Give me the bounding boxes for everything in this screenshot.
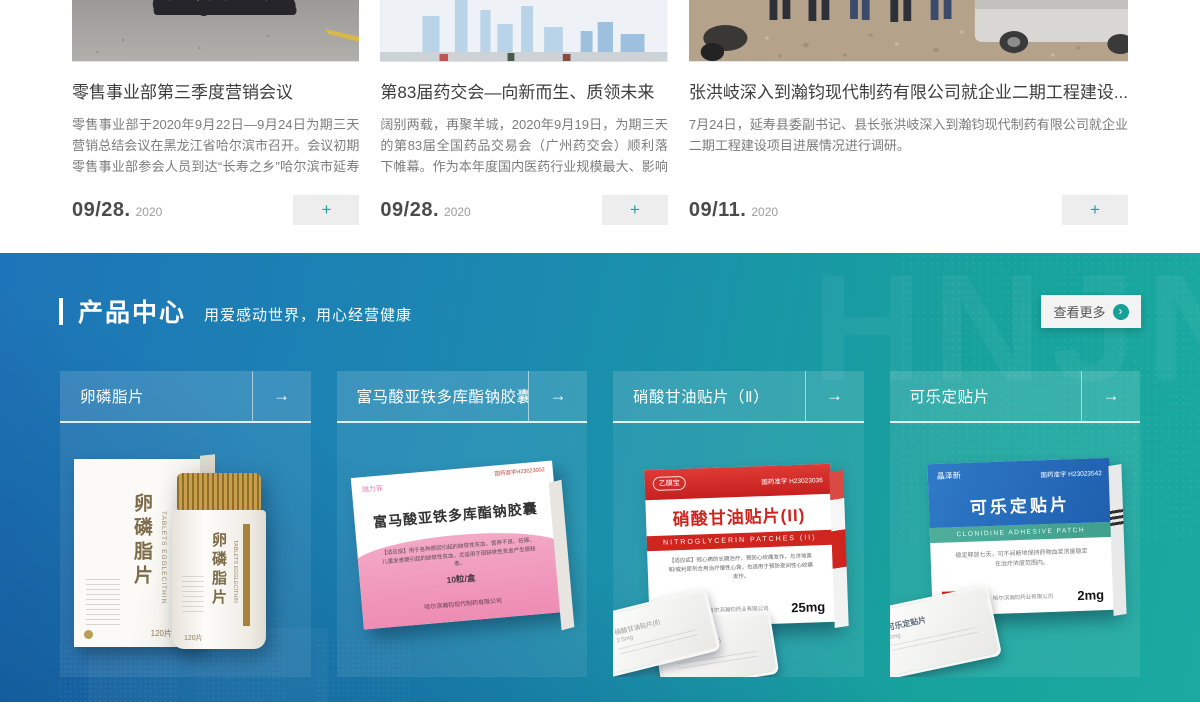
site-visit-illustration — [689, 0, 1128, 61]
news-date-year: 2020 — [136, 205, 163, 219]
box-en-title: TABLETS EGGLECITHIN — [160, 511, 167, 604]
news-title[interactable]: 第83届药交会—向新而生、质领未来 — [380, 78, 667, 103]
news-footer: 09/11. 2020 + — [689, 195, 1128, 225]
view-more-button[interactable]: 查看更多 › — [1041, 295, 1141, 328]
news-more-button[interactable]: + — [293, 195, 359, 225]
news-grid: 零售事业部第三季度营销会议 零售事业部于2020年9月22日—9月24日为期三天… — [72, 0, 1128, 225]
news-photo-site-visit[interactable] — [689, 0, 1128, 62]
bottle-body: 卵磷脂片 TABLETS EGGLECITHIN 120片 — [172, 510, 266, 649]
news-more-button[interactable]: + — [602, 195, 668, 225]
products-header: 产品中心 用爱感动世界，用心经营健康 — [59, 293, 412, 329]
product-name: 可乐定贴片 — [890, 371, 1082, 421]
product-card-header[interactable]: 可乐定贴片 → — [890, 371, 1141, 423]
box-blue-band: 晶泽新 国药准字 H23023542 可乐定贴片 — [927, 458, 1111, 528]
news-date-day: 09/28. — [380, 199, 439, 222]
products-section: HNJN 产品中心 用爱感动世界，用心经营健康 查看更多 › 卵磷脂片 → — [0, 253, 1200, 702]
news-photo-guangzhou-skyline[interactable] — [380, 0, 667, 62]
box-brand: 乙膜宝 — [653, 476, 686, 491]
box-brand: 瑞力菲 — [361, 483, 383, 495]
patch-sachet: 可乐定贴片 2mg — [890, 585, 1002, 677]
product-card-lecithin: 卵磷脂片 → 卵磷脂片 TABLETS EGGLECITHIN 120片 — [60, 371, 311, 677]
box-dose: 25mg — [791, 599, 825, 615]
news-date: 09/11. 2020 — [689, 199, 778, 222]
skyline-illustration — [380, 0, 667, 61]
box-reg-no: 国药准字 H23023542 — [1040, 467, 1102, 479]
company-name: 哈尔滨瀚钧药业有限公司 — [992, 592, 1053, 602]
bottle-fine-print — [182, 576, 204, 616]
news-title[interactable]: 张洪岐深入到瀚钧现代制药有限公司就企业二期工程建设... — [689, 78, 1128, 103]
arrow-right-icon[interactable]: → — [805, 371, 864, 421]
bottle-count: 120片 — [184, 633, 203, 643]
product-card-nitroglycerin: 硝酸甘油贴片（Ⅱ） → 乙膜宝 国药准字 H23023036 硝酸甘油贴片(II… — [613, 371, 864, 677]
product-name: 硝酸甘油贴片（Ⅱ） — [613, 371, 805, 421]
news-date-day: 09/11. — [689, 199, 747, 222]
news-date-year: 2020 — [751, 205, 778, 219]
news-photo-group-meeting[interactable] — [72, 0, 359, 62]
product-card-clonidine: 可乐定贴片 → 晶泽新 国药准字 H23023542 可乐定贴片 CLONIDI… — [890, 371, 1141, 677]
box-title: 可乐定贴片 — [928, 489, 1111, 520]
news-date-year: 2020 — [444, 205, 471, 219]
section-title: 产品中心 — [78, 293, 186, 329]
label-gold-stripe — [243, 524, 250, 626]
news-footer: 09/28. 2020 + — [72, 195, 359, 225]
box-vertical-title: 卵磷脂片 — [128, 493, 155, 589]
news-title[interactable]: 零售事业部第三季度营销会议 — [72, 78, 359, 103]
news-date-day: 09/28. — [72, 199, 131, 222]
news-card: 零售事业部第三季度营销会议 零售事业部于2020年9月22日—9月24日为期三天… — [72, 0, 359, 225]
product-cards: 卵磷脂片 → 卵磷脂片 TABLETS EGGLECITHIN 120片 — [60, 371, 1140, 677]
box-indication: 【适应症】冠心病的长期治疗，预防心绞痛发作，与洋地黄和/或利尿剂合用治疗慢性心衰… — [647, 545, 834, 585]
product-card-header[interactable]: 硝酸甘油贴片（Ⅱ） → — [613, 371, 864, 423]
title-accent-bar — [59, 298, 63, 325]
product-card-ferrous-fumarate: 富马酸亚铁多库酯钠胶囊 → 瑞力菲 国药准字H23023002 富马酸亚铁多库酯… — [337, 371, 588, 677]
news-excerpt: 7月24日，延寿县委副书记、县长张洪岐深入到瀚钧现代制药有限公司就企业二期工程建… — [689, 114, 1128, 177]
bottle-vertical-title: 卵磷脂片 — [208, 532, 229, 608]
view-more-label: 查看更多 — [1053, 302, 1105, 321]
box-reg-no: 国药准字H23023002 — [448, 467, 544, 483]
news-card: 第83届药交会—向新而生、质领未来 阔别两载，再聚羊城，2020年9月19日，为… — [380, 0, 667, 225]
news-date: 09/28. 2020 — [380, 199, 470, 222]
capsule-box: 瑞力菲 国药准字H23023002 富马酸亚铁多库酯钠胶囊 【适应症】用于各种原… — [350, 460, 564, 629]
product-card-header[interactable]: 富马酸亚铁多库酯钠胶囊 → — [337, 371, 588, 423]
product-name: 卵磷脂片 — [60, 371, 252, 421]
arrow-right-icon[interactable]: → — [1081, 371, 1140, 421]
section-subtitle: 用爱感动世界，用心经营健康 — [204, 297, 412, 325]
arrow-right-icon[interactable]: → — [528, 371, 587, 421]
box-dose: 2mg — [1077, 587, 1104, 603]
box-reg-no: 国药准字 H23023036 — [761, 474, 823, 486]
news-excerpt: 零售事业部于2020年9月22日—9月24日为期三天营销总结会议在黑龙江省哈尔滨… — [72, 114, 359, 177]
box-fine-print — [86, 579, 120, 625]
arrow-right-icon[interactable]: → — [252, 371, 311, 421]
news-card: 张洪岐深入到瀚钧现代制药有限公司就企业二期工程建设... 7月24日，延寿县委副… — [689, 0, 1128, 225]
bottle-en-title: TABLETS EGGLECITHIN — [232, 540, 238, 603]
group-photo-illustration — [72, 0, 359, 61]
box-brand: 晶泽新 — [936, 470, 960, 482]
box-title: 富马酸亚铁多库酯钠胶囊 — [353, 496, 556, 534]
bottle-cap — [177, 473, 261, 510]
news-date: 09/28. 2020 — [72, 199, 162, 222]
news-footer: 09/28. 2020 + — [380, 195, 667, 225]
product-image-nitroglycerin[interactable]: 乙膜宝 国药准字 H23023036 硝酸甘油贴片(II) NITROGLYCE… — [613, 423, 864, 677]
product-image-lecithin[interactable]: 卵磷脂片 TABLETS EGGLECITHIN 120片 卵磷脂片 TABLE… — [60, 423, 311, 677]
box-description: 稳定释放七天，可不间断地保持药物血浆浓度稳定在治疗浓度范围内。 — [930, 537, 1113, 573]
news-more-button[interactable]: + — [1062, 195, 1128, 225]
product-card-header[interactable]: 卵磷脂片 → — [60, 371, 311, 423]
product-image-ferrous-fumarate[interactable]: 瑞力菲 国药准字H23023002 富马酸亚铁多库酯钠胶囊 【适应症】用于各种原… — [337, 423, 588, 677]
box-count: 120片 — [151, 628, 172, 639]
news-excerpt: 阔别两载，再聚羊城，2020年9月19日，为期三天的第83届全国药品交易会（广州… — [380, 114, 667, 177]
news-section: 零售事业部第三季度营销会议 零售事业部于2020年9月22日—9月24日为期三天… — [0, 0, 1200, 253]
product-name: 富马酸亚铁多库酯钠胶囊 — [337, 371, 529, 421]
brand-logo-dot — [84, 630, 93, 639]
product-image-clonidine[interactable]: 晶泽新 国药准字 H23023542 可乐定贴片 CLONIDINE ADHES… — [890, 423, 1141, 677]
chevron-right-icon: › — [1113, 304, 1129, 320]
lecithin-bottle: 卵磷脂片 TABLETS EGGLECITHIN 120片 — [172, 473, 266, 649]
page: 零售事业部第三季度营销会议 零售事业部于2020年9月22日—9月24日为期三天… — [0, 0, 1200, 702]
